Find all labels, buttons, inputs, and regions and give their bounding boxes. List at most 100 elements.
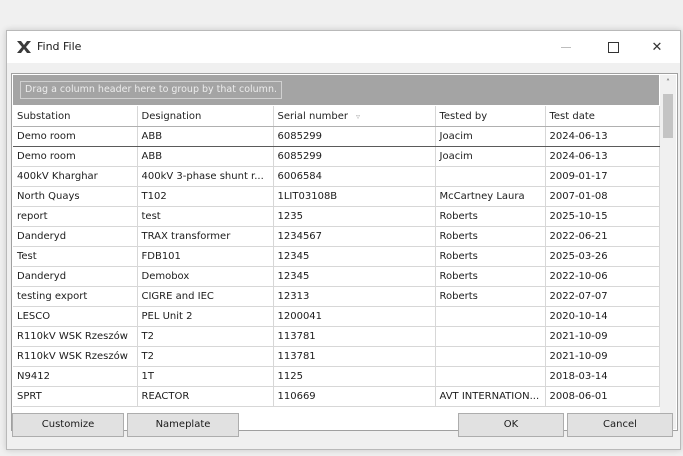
table-row[interactable]: Danderyd Demobox 12345 Roberts 2022-10-06 <box>13 266 660 287</box>
cell-substation: report <box>13 206 138 227</box>
cell-tested-by: Roberts <box>435 246 546 267</box>
cell-tested-by <box>435 346 546 367</box>
cell-tested-by: McCartney Laura <box>435 186 546 207</box>
minimize-button[interactable] <box>543 31 589 63</box>
cell-designation: T102 <box>137 186 274 207</box>
cell-designation: 1T <box>137 366 274 387</box>
sort-descending-icon: ▿ <box>356 111 361 121</box>
group-by-panel[interactable]: Drag a column header here to group by th… <box>13 75 659 105</box>
cell-test-date: 2008-06-01 <box>545 386 660 407</box>
cell-tested-by: Roberts <box>435 206 546 227</box>
cell-serial-number: 113781 <box>273 326 436 347</box>
table-row[interactable]: SPRT REACTOR 110669 AVT INTERNATION... 2008-… <box>13 386 660 407</box>
cell-test-date: 2007-01-08 <box>545 186 660 207</box>
cell-serial-number: 12345 <box>273 246 436 267</box>
cell-serial-number: 6006584 <box>273 166 436 187</box>
nameplate-button[interactable]: Nameplate <box>127 413 239 437</box>
cell-serial-number: 12313 <box>273 286 436 307</box>
file-grid: Drag a column header here to group by th… <box>11 73 678 431</box>
cell-tested-by <box>435 306 546 327</box>
cell-serial-number: 6085299 <box>273 146 436 167</box>
table-row[interactable]: testing export CIGRE and IEC 12313 Roberts 2… <box>13 286 660 307</box>
table-row[interactable]: 400kV Kharghar 400kV 3-phase shunt r... 60… <box>13 166 660 187</box>
table-row[interactable]: R110kV WSK Rzeszów T2 113781 2021-10-09 <box>13 346 660 367</box>
cell-substation: testing export <box>13 286 138 307</box>
cell-designation: test <box>137 206 274 227</box>
cell-substation: Demo room <box>13 146 138 167</box>
cell-designation: REACTOR <box>137 386 274 407</box>
cell-tested-by: Roberts <box>435 226 546 247</box>
cell-tested-by <box>435 326 546 347</box>
cell-substation: Test <box>13 246 138 267</box>
cell-tested-by: Roberts <box>435 286 546 307</box>
cell-serial-number: 1200041 <box>273 306 436 327</box>
table-row[interactable]: report test 1235 Roberts 2025-10-15 <box>13 206 660 227</box>
maximize-button[interactable] <box>590 31 636 63</box>
cell-substation: R110kV WSK Rzeszów <box>13 326 138 347</box>
cell-test-date: 2024-06-13 <box>545 146 660 167</box>
maximize-icon <box>607 41 619 53</box>
cell-serial-number: 1125 <box>273 366 436 387</box>
cell-test-date: 2009-01-17 <box>545 166 660 187</box>
cell-tested-by: Roberts <box>435 266 546 287</box>
cell-designation: T2 <box>137 346 274 367</box>
table-row[interactable]: Danderyd TRAX transformer 1234567 Roberts 20… <box>13 226 660 247</box>
cell-serial-number: 113781 <box>273 346 436 367</box>
cell-substation: 400kV Kharghar <box>13 166 138 187</box>
column-header-tested-by[interactable]: Tested by <box>435 106 546 127</box>
cell-substation: R110kV WSK Rzeszów <box>13 346 138 367</box>
cell-substation: SPRT <box>13 386 138 407</box>
cell-test-date: 2022-06-21 <box>545 226 660 247</box>
cell-test-date: 2024-06-13 <box>545 126 660 147</box>
cell-designation: TRAX transformer <box>137 226 274 247</box>
table-body: Demo room ABB 6085299 Joacim 2024-06-13 Demo … <box>13 126 660 407</box>
header-row: Substation Designation Serial number ▿ Te… <box>13 106 660 127</box>
table-row[interactable]: Demo room ABB 6085299 Joacim 2024-06-13 <box>13 126 660 147</box>
customize-button[interactable]: Customize <box>12 413 124 437</box>
cell-designation: 400kV 3-phase shunt r... <box>137 166 274 187</box>
close-button[interactable]: ✕ <box>634 31 680 63</box>
table-row[interactable]: Demo room ABB 6085299 Joacim 2024-06-13 <box>13 146 660 167</box>
cell-serial-number: 1235 <box>273 206 436 227</box>
table-row[interactable]: R110kV WSK Rzeszów T2 113781 2021-10-09 <box>13 326 660 347</box>
vertical-scrollbar[interactable]: ˄ ˅ <box>660 75 676 429</box>
cell-designation: ABB <box>137 126 274 147</box>
cell-substation: North Quays <box>13 186 138 207</box>
cell-test-date: 2025-03-26 <box>545 246 660 267</box>
cell-tested-by: Joacim <box>435 146 546 167</box>
cell-test-date: 2021-10-09 <box>545 326 660 347</box>
title-bar[interactable]: Find File ✕ <box>7 31 680 63</box>
dialog-content: Drag a column header here to group by th… <box>7 63 680 449</box>
cell-designation: PEL Unit 2 <box>137 306 274 327</box>
scroll-thumb[interactable] <box>663 94 673 138</box>
table-row[interactable]: N9412 1T 1125 2018-03-14 <box>13 366 660 387</box>
table-row[interactable]: North Quays T102 1LIT03108B McCartney Laura… <box>13 186 660 207</box>
cell-substation: N9412 <box>13 366 138 387</box>
cell-designation: Demobox <box>137 266 274 287</box>
results-table: Substation Designation Serial number ▿ Te… <box>13 106 660 407</box>
cell-tested-by <box>435 366 546 387</box>
cell-substation: Demo room <box>13 126 138 147</box>
group-by-hint: Drag a column header here to group by th… <box>20 81 282 99</box>
scroll-up-icon[interactable]: ˄ <box>660 75 676 91</box>
ok-button[interactable]: OK <box>458 413 564 437</box>
cell-test-date: 2025-10-15 <box>545 206 660 227</box>
minimize-icon <box>561 46 571 48</box>
app-x-icon <box>17 41 31 53</box>
cell-designation: FDB101 <box>137 246 274 267</box>
close-icon: ✕ <box>651 39 663 55</box>
cancel-button[interactable]: Cancel <box>567 413 673 437</box>
cell-serial-number: 1LIT03108B <box>273 186 436 207</box>
cell-test-date: 2021-10-09 <box>545 346 660 367</box>
table-row[interactable]: Test FDB101 12345 Roberts 2025-03-26 <box>13 246 660 267</box>
column-header-designation[interactable]: Designation <box>137 106 274 127</box>
column-header-test-date[interactable]: Test date <box>545 106 660 127</box>
cell-serial-number: 110669 <box>273 386 436 407</box>
column-header-serial-number[interactable]: Serial number ▿ <box>273 106 436 127</box>
cell-tested-by <box>435 166 546 187</box>
cell-test-date: 2018-03-14 <box>545 366 660 387</box>
column-header-serial-number-label: Serial number <box>277 110 349 122</box>
column-header-substation[interactable]: Substation <box>13 106 138 127</box>
cell-test-date: 2022-07-07 <box>545 286 660 307</box>
table-row[interactable]: LESCO PEL Unit 2 1200041 2020-10-14 <box>13 306 660 327</box>
